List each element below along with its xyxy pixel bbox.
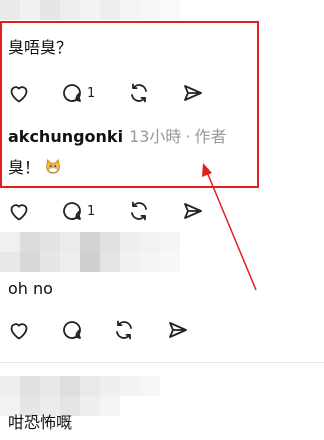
reply-header: akchungonki 13小時 · 作者 [8, 127, 227, 147]
comment-icon[interactable] [60, 81, 84, 105]
blurred-header-top [0, 0, 180, 20]
post-text: 咁恐怖嘅 [8, 413, 73, 432]
post-text: 臭唔臭？ [8, 38, 73, 57]
reply-text-row: 臭！ [8, 158, 62, 178]
blurred-username [0, 376, 160, 396]
reply-count: 1 [87, 204, 96, 219]
reply-time: 13小時 [129, 127, 182, 146]
send-icon[interactable] [166, 318, 190, 342]
heart-icon[interactable] [7, 199, 31, 223]
comment-icon[interactable] [60, 318, 84, 342]
annotation-arrow [202, 163, 257, 291]
author-badge: 作者 [194, 127, 227, 146]
heart-icon[interactable] [7, 318, 31, 342]
blurred-username [0, 232, 180, 252]
send-icon[interactable] [181, 81, 205, 105]
post-text: oh no [8, 279, 53, 298]
blurred-username-lower [0, 252, 180, 272]
reply-text: 臭！ [8, 158, 41, 177]
repost-icon[interactable] [127, 199, 151, 223]
heart-icon[interactable] [7, 81, 31, 105]
repost-icon[interactable] [127, 81, 151, 105]
meta-separator: · [185, 127, 191, 146]
repost-icon[interactable] [112, 318, 136, 342]
post-divider [0, 362, 324, 363]
reply-username[interactable]: akchungonki [8, 127, 123, 146]
comment-icon[interactable] [60, 199, 84, 223]
reply-count: 1 [87, 86, 96, 101]
cat-mask-emoji-icon [46, 159, 60, 174]
